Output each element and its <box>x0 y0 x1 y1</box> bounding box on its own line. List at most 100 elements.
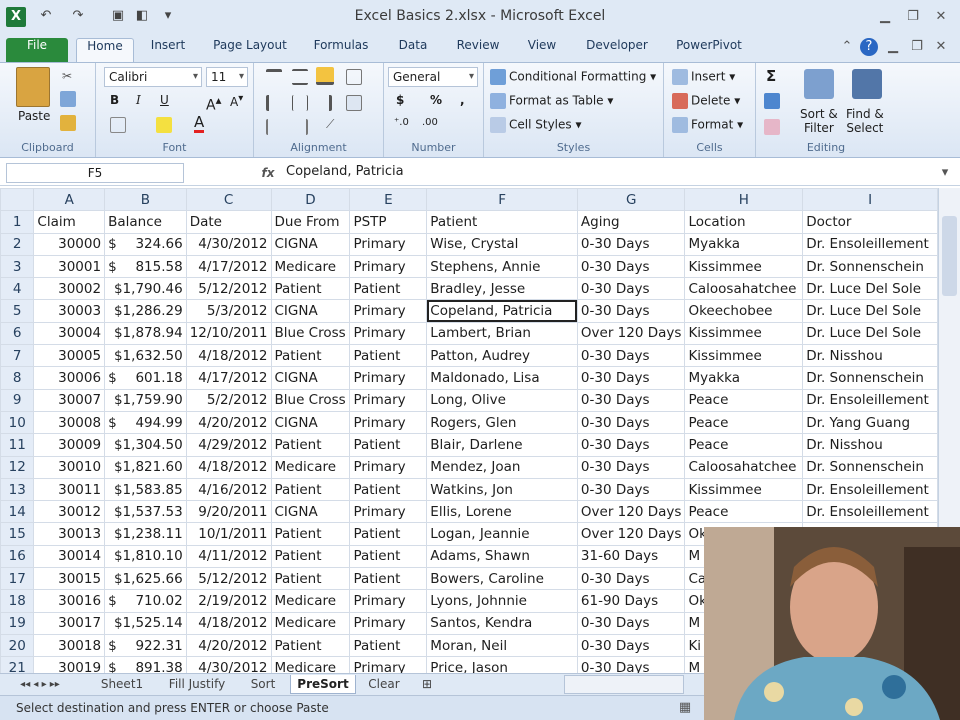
align-center-icon[interactable] <box>292 95 311 111</box>
data-cell[interactable]: Kissimmee <box>684 344 804 368</box>
row-header[interactable]: 16 <box>0 544 35 569</box>
column-header-c[interactable]: C <box>185 188 272 212</box>
column-header-b[interactable]: B <box>104 188 187 212</box>
data-cell[interactable]: Kissimmee <box>684 477 804 502</box>
data-cell[interactable]: 5/12/2012 <box>185 277 272 301</box>
tab-insert[interactable]: Insert <box>142 38 194 62</box>
data-cell[interactable]: Dr. Yang Guang <box>802 410 938 435</box>
data-cell[interactable]: 4/11/2012 <box>185 544 272 569</box>
autosum-icon[interactable]: Σ <box>766 67 776 85</box>
data-cell[interactable]: 30002 <box>33 277 106 301</box>
help-icon[interactable]: ? <box>860 38 878 56</box>
data-cell[interactable]: 30005 <box>33 344 106 368</box>
find-select-icon[interactable] <box>852 69 882 99</box>
row-header[interactable]: 11 <box>0 433 35 457</box>
borders-icon[interactable] <box>110 117 129 133</box>
row-header[interactable]: 10 <box>0 410 35 435</box>
data-cell[interactable]: CIGNA <box>270 232 351 256</box>
data-cell[interactable]: $1,790.46 <box>104 277 187 301</box>
align-middle-icon[interactable] <box>292 69 311 85</box>
select-all-corner[interactable] <box>0 188 35 212</box>
align-bottom-icon[interactable] <box>316 67 337 85</box>
row-header[interactable]: 6 <box>0 321 35 346</box>
normal-view-icon[interactable]: ▦ <box>676 699 694 717</box>
data-cell[interactable]: Over 120 Days <box>576 522 686 546</box>
row-header[interactable]: 13 <box>0 477 35 502</box>
data-cell[interactable]: $1,238.11 <box>104 522 187 546</box>
cut-icon[interactable]: ✂ <box>62 69 72 83</box>
data-cell[interactable]: 4/20/2012 <box>185 633 272 658</box>
column-title-cell[interactable]: Claim <box>33 210 106 234</box>
data-cell[interactable]: Over 120 Days <box>576 321 686 346</box>
data-cell[interactable]: $1,525.14 <box>104 611 187 635</box>
data-cell[interactable]: Stephens, Annie <box>426 254 578 279</box>
data-cell[interactable]: 10/1/2011 <box>185 522 272 546</box>
data-cell[interactable]: Bowers, Caroline <box>426 567 578 591</box>
data-cell[interactable]: Lyons, Johnnie <box>426 589 578 613</box>
data-cell[interactable]: 0-30 Days <box>576 633 686 658</box>
data-cell[interactable]: 0-30 Days <box>576 366 686 390</box>
data-cell[interactable]: CIGNA <box>270 299 351 323</box>
sheet-tab-fill-justify[interactable]: Fill Justify <box>160 675 234 694</box>
data-cell[interactable]: 30003 <box>33 299 106 323</box>
data-cell[interactable]: Dr. Luce Del Sole <box>802 299 938 323</box>
data-cell[interactable]: Primary <box>349 656 428 673</box>
italic-button[interactable]: I <box>136 93 141 107</box>
data-cell[interactable]: 30015 <box>33 567 106 591</box>
data-cell[interactable]: Patient <box>270 633 351 658</box>
sheet-nav-arrows-icon[interactable]: ◂◂ ◂ ▸ ▸▸ <box>10 675 70 694</box>
data-cell[interactable]: 0-30 Days <box>576 611 686 635</box>
data-cell[interactable]: 0-30 Days <box>576 455 686 479</box>
data-cell[interactable]: Kissimmee <box>684 321 804 346</box>
column-title-cell[interactable]: Patient <box>426 210 578 234</box>
data-cell[interactable]: 30019 <box>33 656 106 673</box>
data-cell[interactable]: 0-30 Days <box>576 477 686 502</box>
tab-home[interactable]: Home <box>76 38 134 62</box>
row-header[interactable]: 18 <box>0 589 35 613</box>
workbook-restore-icon[interactable]: ❐ <box>908 38 926 56</box>
delete-cells-button[interactable]: Delete ▾ <box>672 93 740 109</box>
data-cell[interactable]: 30001 <box>33 254 106 279</box>
row-header[interactable]: 14 <box>0 500 35 524</box>
data-cell[interactable]: $601.18 <box>104 366 187 390</box>
row-header[interactable]: 21 <box>0 656 35 673</box>
data-cell[interactable]: Adams, Shawn <box>426 544 578 569</box>
data-cell[interactable]: $1,304.50 <box>104 433 187 457</box>
data-cell[interactable]: Blue Cross <box>270 321 351 346</box>
data-cell[interactable]: 4/17/2012 <box>185 254 272 279</box>
column-header-a[interactable]: A <box>33 188 106 212</box>
data-cell[interactable]: Dr. Nisshou <box>802 433 938 457</box>
data-cell[interactable]: 30011 <box>33 477 106 502</box>
data-cell[interactable]: Patient <box>270 433 351 457</box>
data-cell[interactable]: Patient <box>349 477 428 502</box>
data-cell[interactable]: 0-30 Days <box>576 567 686 591</box>
row-header[interactable]: 17 <box>0 567 35 591</box>
cell-styles-button[interactable]: Cell Styles ▾ <box>490 117 581 133</box>
data-cell[interactable]: Primary <box>349 366 428 390</box>
data-cell[interactable]: Primary <box>349 589 428 613</box>
data-cell[interactable]: Patton, Audrey <box>426 344 578 368</box>
sheet-tab-sort[interactable]: Sort <box>242 675 284 694</box>
data-cell[interactable]: Primary <box>349 611 428 635</box>
horizontal-scrollbar[interactable] <box>564 675 684 694</box>
data-cell[interactable]: Okeechobee <box>684 299 804 323</box>
data-cell[interactable]: Blue Cross <box>270 388 351 412</box>
data-cell[interactable]: CIGNA <box>270 410 351 435</box>
data-cell[interactable]: Patient <box>349 544 428 569</box>
data-cell[interactable]: Primary <box>349 254 428 279</box>
data-cell[interactable]: Peace <box>684 388 804 412</box>
tab-formulas[interactable]: Formulas <box>306 38 376 62</box>
data-cell[interactable]: $1,537.53 <box>104 500 187 524</box>
row-header[interactable]: 7 <box>0 344 35 368</box>
data-cell[interactable]: Myakka <box>684 366 804 390</box>
data-cell[interactable]: 30017 <box>33 611 106 635</box>
data-cell[interactable]: $1,583.85 <box>104 477 187 502</box>
data-cell[interactable]: Price, Jason <box>426 656 578 673</box>
data-cell[interactable]: CIGNA <box>270 500 351 524</box>
data-cell[interactable]: $1,625.66 <box>104 567 187 591</box>
data-cell[interactable]: CIGNA <box>270 366 351 390</box>
row-header[interactable]: 15 <box>0 522 35 546</box>
column-header-g[interactable]: G <box>576 188 686 212</box>
data-cell[interactable]: Santos, Kendra <box>426 611 578 635</box>
row-header[interactable]: 12 <box>0 455 35 479</box>
